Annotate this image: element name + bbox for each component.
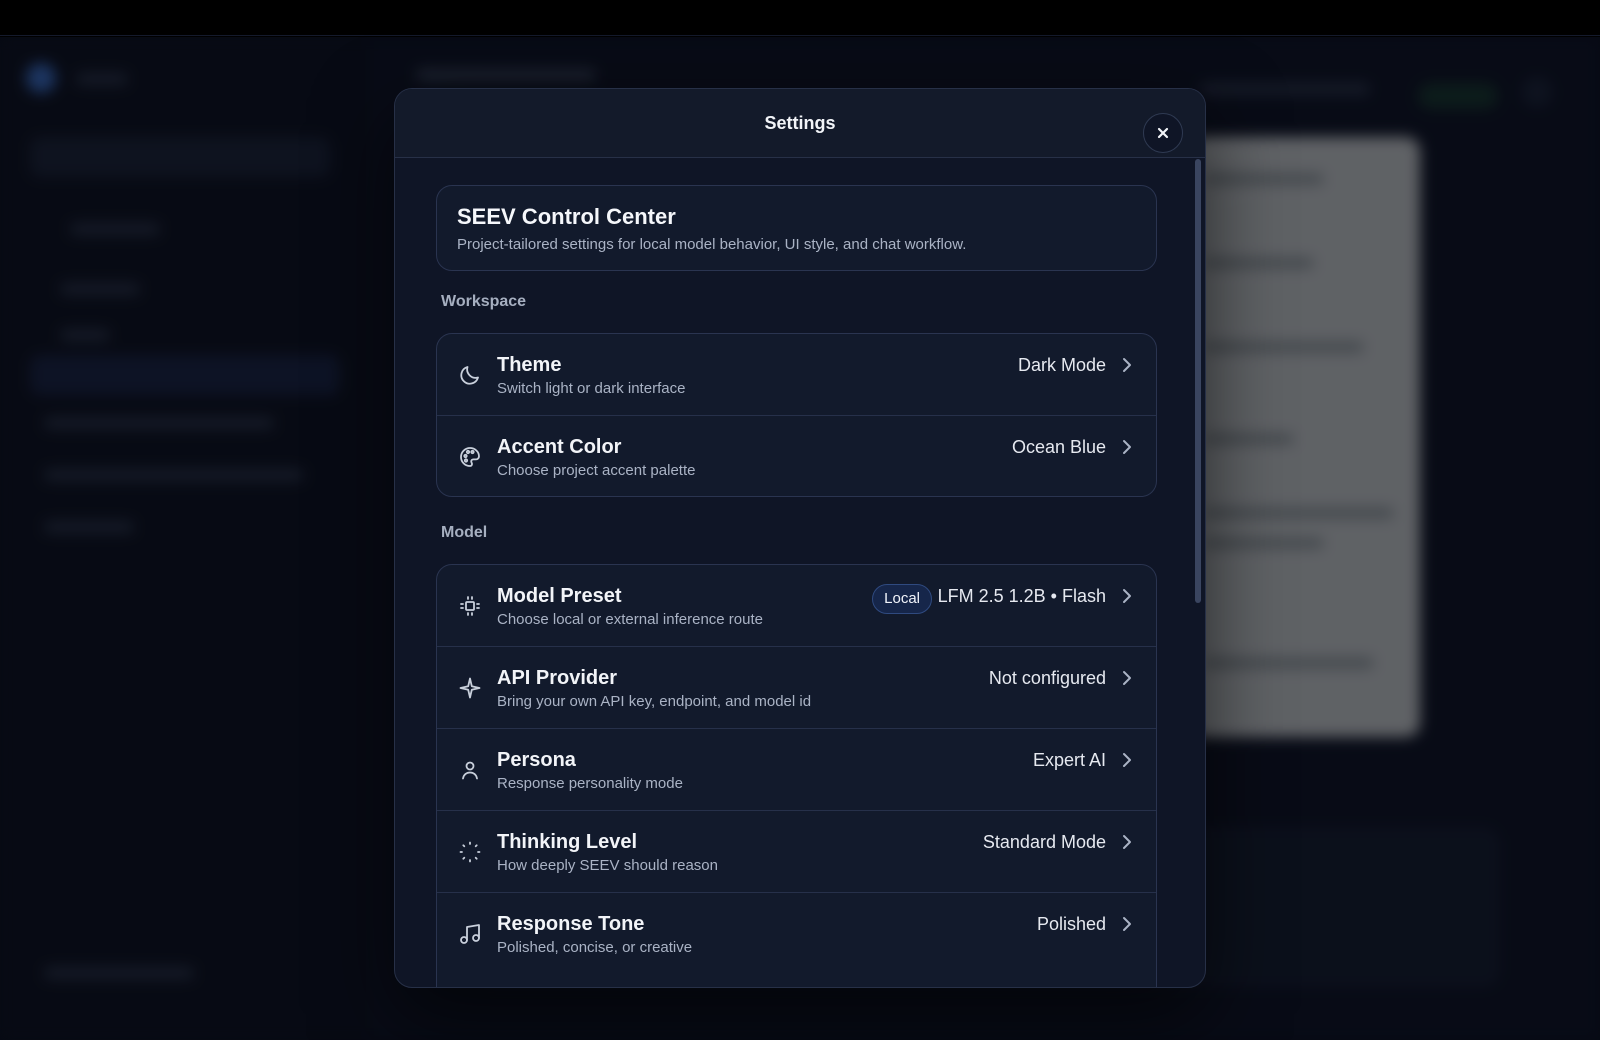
setting-value: Ocean Blue: [1011, 437, 1106, 457]
section-label-workspace: Workspace: [441, 293, 527, 310]
setting-subtitle: How deeply SEEV should reason: [497, 857, 718, 874]
palette-icon: [457, 444, 483, 470]
local-badge: Local: [872, 584, 932, 614]
chevron-right-icon: [1123, 358, 1131, 372]
chip-icon: [457, 593, 483, 619]
setting-row-model-preset[interactable]: Model Preset Choose local or external in…: [437, 565, 1156, 647]
setting-title: API Provider: [497, 667, 618, 689]
section-label-model: Model: [441, 524, 488, 541]
system-top-bar: [0, 0, 1600, 36]
setting-subtitle: Switch light or dark interface: [497, 380, 686, 397]
scrollbar-thumb[interactable]: [1195, 159, 1201, 603]
user-icon: [457, 757, 483, 783]
setting-value: Polished: [1036, 914, 1106, 934]
chevron-right-icon: [1123, 835, 1131, 849]
setting-row-theme[interactable]: Theme Switch light or dark interface Dar…: [437, 334, 1156, 416]
chevron-right-icon: [1123, 671, 1131, 685]
setting-row-persona[interactable]: Persona Response personality mode Expert…: [437, 729, 1156, 811]
setting-value: Expert AI: [1032, 750, 1106, 770]
control-center-card: SEEV Control Center Project-tailored set…: [436, 185, 1157, 271]
setting-title: Response Tone: [497, 913, 645, 935]
scrollbar[interactable]: [1195, 159, 1201, 979]
chevron-right-icon: [1123, 440, 1131, 454]
setting-value: Not configured: [988, 668, 1106, 688]
setting-title: Thinking Level: [497, 831, 638, 853]
setting-title: Accent Color: [497, 436, 622, 458]
setting-subtitle: Bring your own API key, endpoint, and mo…: [497, 693, 812, 710]
setting-title: Persona: [497, 749, 576, 771]
setting-value: Dark Mode: [1017, 355, 1106, 375]
setting-subtitle: Response personality mode: [497, 775, 683, 792]
modal-title: Settings: [764, 113, 836, 133]
control-center-subtitle: Project-tailored settings for local mode…: [457, 236, 967, 253]
workspace-group: Theme Switch light or dark interface Dar…: [436, 333, 1157, 497]
setting-row-response-tone[interactable]: Response Tone Polished, concise, or crea…: [437, 893, 1156, 975]
loader-icon: [457, 839, 483, 865]
setting-subtitle: Polished, concise, or creative: [497, 939, 693, 956]
sparkle-icon: [457, 675, 483, 701]
close-button[interactable]: [1143, 113, 1183, 153]
setting-value: LFM 2.5 1.2B • Flash: [937, 586, 1106, 606]
setting-row-api-provider[interactable]: API Provider Bring your own API key, end…: [437, 647, 1156, 729]
setting-subtitle: Choose project accent palette: [497, 462, 696, 479]
chevron-right-icon: [1123, 753, 1131, 767]
settings-modal: Settings SEEV Control Center Project-tai…: [394, 88, 1206, 988]
setting-value: Standard Mode: [982, 832, 1106, 852]
setting-title: Model Preset: [497, 585, 622, 607]
chevron-right-icon: [1123, 917, 1131, 931]
setting-row-thinking-level[interactable]: Thinking Level How deeply SEEV should re…: [437, 811, 1156, 893]
chevron-right-icon: [1123, 589, 1131, 603]
music-note-icon: [457, 921, 483, 947]
setting-row-accent-color[interactable]: Accent Color Choose project accent palet…: [437, 416, 1156, 496]
model-group: Model Preset Choose local or external in…: [436, 564, 1157, 987]
setting-title: Theme: [497, 354, 562, 376]
setting-subtitle: Choose local or external inference route: [497, 611, 763, 628]
moon-icon: [457, 362, 483, 388]
control-center-title: SEEV Control Center: [457, 204, 676, 229]
modal-header: Settings: [395, 89, 1205, 158]
close-icon: [1157, 127, 1169, 139]
